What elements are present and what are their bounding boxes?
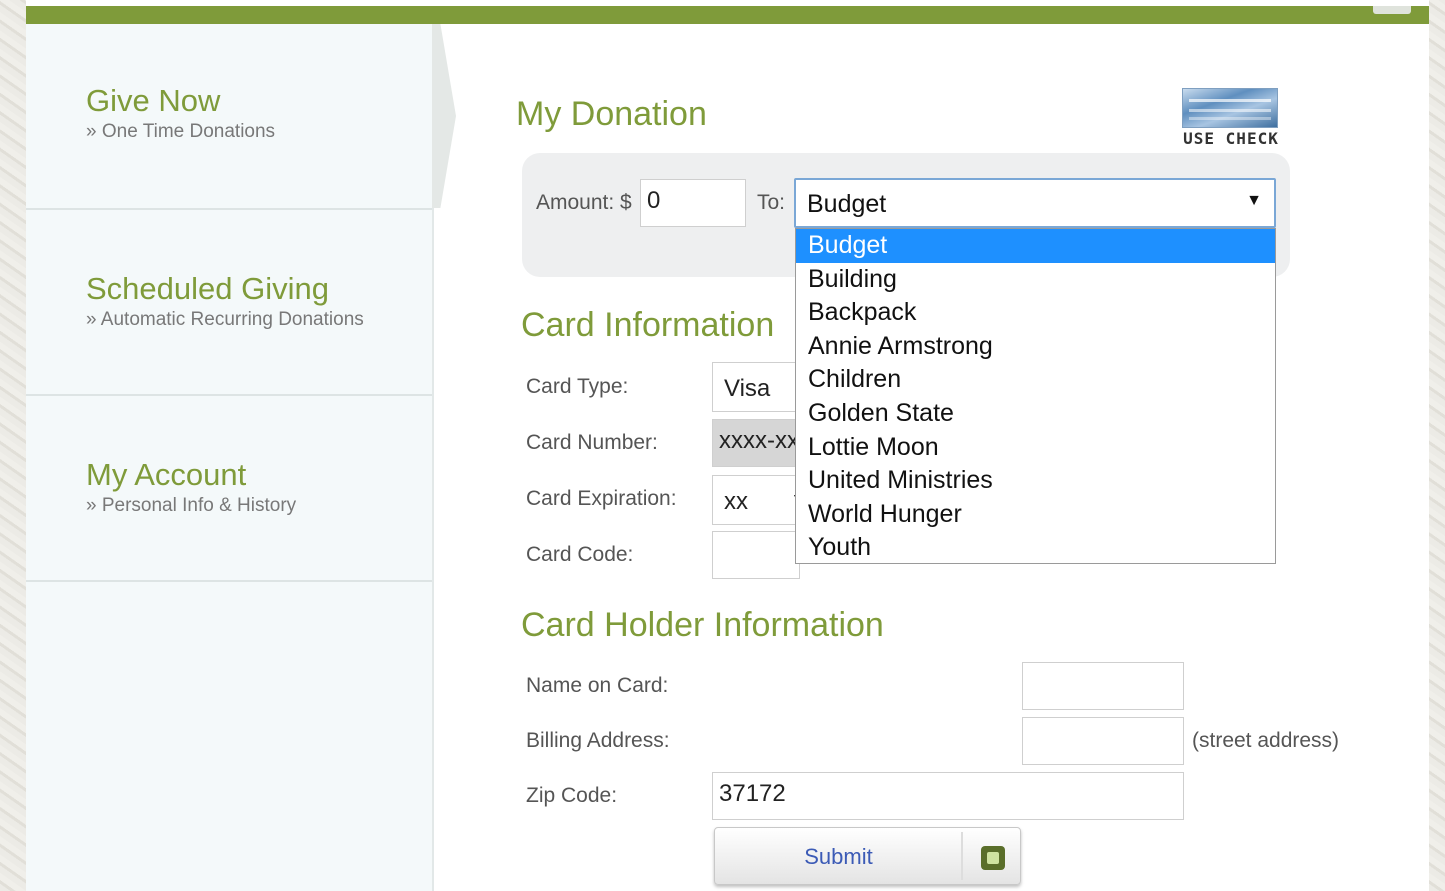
zip-code-input[interactable]: 37172 [712, 772, 1184, 820]
fund-option-budget[interactable]: Budget [796, 229, 1275, 263]
card-info-heading: Card Information [521, 306, 775, 344]
zip-code-label: Zip Code: [526, 784, 618, 807]
submit-button[interactable]: Submit [714, 827, 1021, 885]
fund-option-backpack[interactable]: Backpack [796, 296, 1275, 330]
use-check-label: USE CHECK [1183, 129, 1279, 148]
name-on-card-input[interactable] [1022, 662, 1184, 710]
fund-option-youth[interactable]: Youth [796, 531, 1275, 565]
card-number-label: Card Number: [526, 431, 658, 454]
street-address-hint: (street address) [1192, 729, 1340, 752]
sidebar-item-scheduled-giving[interactable]: Scheduled Giving » Automatic Recurring D… [26, 210, 432, 396]
amount-input[interactable]: 0 [640, 179, 746, 227]
submit-label: Submit [804, 844, 873, 869]
fund-option-annie-armstrong[interactable]: Annie Armstrong [796, 330, 1275, 364]
fund-option-united-ministries[interactable]: United Ministries [796, 464, 1275, 498]
donation-heading: My Donation [516, 95, 707, 133]
card-expiration-label: Card Expiration: [526, 487, 677, 510]
active-item-arrow [432, 24, 456, 208]
background-texture-left [0, 0, 26, 891]
card-type-value: Visa [724, 375, 771, 402]
fund-option-golden-state[interactable]: Golden State [796, 397, 1275, 431]
fund-option-children[interactable]: Children [796, 363, 1275, 397]
billing-address-label: Billing Address: [526, 729, 670, 752]
submit-divider [961, 832, 963, 880]
check-image [1182, 88, 1278, 128]
sidebar-item-subtitle: » Personal Info & History [86, 495, 297, 516]
sidebar-item-title: Give Now [86, 83, 221, 118]
card-type-label: Card Type: [526, 375, 629, 398]
amount-label: Amount: $ [536, 191, 632, 214]
sidebar-item-subtitle: » One Time Donations [86, 121, 276, 142]
top-bar-tab [1373, 6, 1411, 14]
sidebar-item-give-now[interactable]: Give Now » One Time Donations [26, 24, 432, 210]
chevron-down-icon: ▼ [1246, 192, 1262, 209]
card-code-input[interactable] [712, 531, 800, 579]
sidebar-item-subtitle: » Automatic Recurring Donations [86, 309, 364, 330]
fund-option-world-hunger[interactable]: World Hunger [796, 498, 1275, 532]
submit-arrow-icon [981, 846, 1005, 870]
name-on-card-label: Name on Card: [526, 674, 669, 697]
to-label: To: [757, 191, 786, 214]
sidebar-item-my-account[interactable]: My Account » Personal Info & History [26, 396, 432, 582]
use-check-button[interactable]: USE CHECK [1182, 88, 1280, 148]
card-expiration-value: xx [724, 488, 748, 515]
sidebar-item-title: My Account [86, 457, 247, 492]
fund-select-value: Budget [807, 190, 887, 218]
top-bar [26, 6, 1429, 24]
fund-select[interactable]: Budget ▼ [794, 178, 1276, 228]
sidebar-item-title: Scheduled Giving [86, 271, 329, 306]
card-holder-heading: Card Holder Information [521, 606, 884, 644]
page-frame: Give Now » One Time Donations Scheduled … [26, 0, 1429, 891]
fund-option-lottie-moon[interactable]: Lottie Moon [796, 431, 1275, 465]
background-texture-right [1429, 0, 1445, 891]
card-code-label: Card Code: [526, 543, 634, 566]
fund-option-building[interactable]: Building [796, 263, 1275, 297]
billing-address-input[interactable] [1022, 717, 1184, 765]
fund-dropdown-list: Budget Building Backpack Annie Armstrong… [795, 228, 1276, 564]
